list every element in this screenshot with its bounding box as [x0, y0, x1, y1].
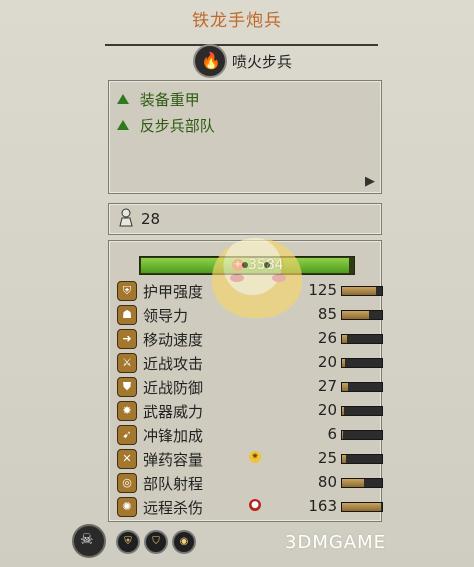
ability-label: 装备重甲	[139, 91, 200, 109]
speed-icon: ➜	[117, 329, 137, 349]
stat-row-charge-bonus[interactable]: ➹ 冲锋加成 6	[117, 423, 383, 447]
ability-item[interactable]: 反步兵部队	[117, 115, 215, 136]
stat-bar-fill	[342, 455, 346, 463]
stat-bar	[341, 406, 383, 416]
ammo-bonus-icon: ✷	[249, 451, 261, 463]
unit-type-label: 喷火步兵	[232, 53, 293, 71]
charge-bonus-icon: ➹	[117, 425, 137, 445]
mascot-cheek	[272, 274, 286, 282]
abilities-panel: 装备重甲 反步兵部队 ▶	[108, 80, 382, 194]
stat-row-ammunition[interactable]: ✕ 弹药容量 ✷ 25	[117, 447, 383, 471]
unit-strength-panel: 28	[108, 203, 382, 235]
stat-label: 移动速度	[143, 331, 204, 349]
stat-bar-fill	[342, 359, 345, 367]
stat-row-speed[interactable]: ➜ 移动速度 26	[117, 327, 383, 351]
unit-title: 铁龙手炮兵	[192, 11, 282, 31]
stat-value: 163	[308, 497, 337, 515]
leadership-icon: ☗	[117, 305, 137, 325]
stat-bar	[341, 382, 383, 392]
missile-damage-icon: ✺	[117, 497, 137, 517]
watermark-mascot-icon	[212, 238, 302, 318]
ability-arrow-icon	[117, 94, 129, 104]
stat-label: 近战攻击	[143, 355, 204, 373]
flame-icon: 🔥	[201, 51, 221, 70]
stat-bar	[341, 502, 383, 512]
skull-icon: ☠	[80, 530, 94, 548]
stat-value: 26	[317, 329, 337, 347]
stat-label: 弹药容量	[143, 451, 204, 469]
stat-label: 远程杀伤	[143, 499, 204, 517]
stat-bar-fill	[342, 335, 347, 343]
unit-portrait-icon[interactable]: ☠	[72, 524, 106, 558]
stat-bar-fill	[342, 407, 344, 415]
attribute-icon-1[interactable]: ⛨	[116, 530, 140, 554]
unit-count-value: 28	[141, 210, 161, 228]
stat-value: 20	[317, 401, 337, 419]
weapon-strength-icon: ✸	[117, 401, 137, 421]
armor-icon: ⛨	[117, 281, 137, 301]
stat-value: 25	[317, 449, 337, 467]
stat-bar-fill	[342, 479, 364, 487]
stat-bar	[341, 310, 383, 320]
stat-value: 6	[327, 425, 337, 443]
stat-row-melee-attack[interactable]: ⚔ 近战攻击 20	[117, 351, 383, 375]
stat-bar	[341, 478, 383, 488]
stat-bar-fill	[342, 383, 348, 391]
stat-bar	[341, 358, 383, 368]
stat-bar	[341, 334, 383, 344]
stat-bar	[341, 430, 383, 440]
stat-label: 护甲强度	[143, 283, 204, 301]
range-icon: ◎	[117, 473, 137, 493]
attribute-icon-2[interactable]: ⛉	[144, 530, 168, 554]
mascot-eye	[242, 262, 248, 268]
stat-label: 部队射程	[143, 475, 204, 493]
stat-bar-fill	[342, 311, 369, 319]
stat-row-weapon-strength[interactable]: ✸ 武器威力 20	[117, 399, 383, 423]
missile-bonus-icon: ●	[249, 499, 261, 511]
soldier-icon	[119, 208, 133, 227]
title-flourish-right	[228, 36, 378, 46]
mascot-cheek	[230, 274, 244, 282]
melee-attack-icon: ⚔	[117, 353, 137, 373]
stat-value: 27	[317, 377, 337, 395]
stat-bar-fill	[342, 287, 376, 295]
bottom-attributes: ☠ ⛨ ⛉ ◉	[72, 522, 242, 562]
stat-label: 近战防御	[143, 379, 204, 397]
ammunition-icon: ✕	[117, 449, 137, 469]
watermark-text: 3DMGAME	[285, 532, 387, 553]
stat-row-range[interactable]: ◎ 部队射程 80	[117, 471, 383, 495]
ability-item[interactable]: 装备重甲	[117, 89, 200, 110]
stat-value: 80	[317, 473, 337, 491]
stat-bar	[341, 286, 383, 296]
stat-label: 冲锋加成	[143, 427, 204, 445]
stat-label: 武器威力	[143, 403, 204, 421]
stat-value: 20	[317, 353, 337, 371]
stat-label: 领导力	[143, 307, 189, 325]
expand-abilities-icon[interactable]: ▶	[365, 174, 375, 189]
ability-arrow-icon	[117, 120, 129, 130]
ability-label: 反步兵部队	[139, 117, 215, 135]
unit-type-icon: 🔥	[193, 44, 227, 78]
mascot-eye	[264, 262, 270, 268]
stat-row-melee-defense[interactable]: ⛊ 近战防御 27	[117, 375, 383, 399]
unit-info-panel: 铁龙手炮兵 🔥 喷火步兵 装备重甲 反步兵部队 ▶ 28 + 3584 ⛨	[0, 0, 474, 567]
stat-row-missile-damage[interactable]: ✺ 远程杀伤 ● 163	[117, 495, 383, 519]
attribute-icon-3[interactable]: ◉	[172, 530, 196, 554]
stat-bar	[341, 454, 383, 464]
stat-bar-fill	[342, 431, 343, 439]
stat-bar-fill	[342, 503, 381, 511]
melee-defense-icon: ⛊	[117, 377, 137, 397]
